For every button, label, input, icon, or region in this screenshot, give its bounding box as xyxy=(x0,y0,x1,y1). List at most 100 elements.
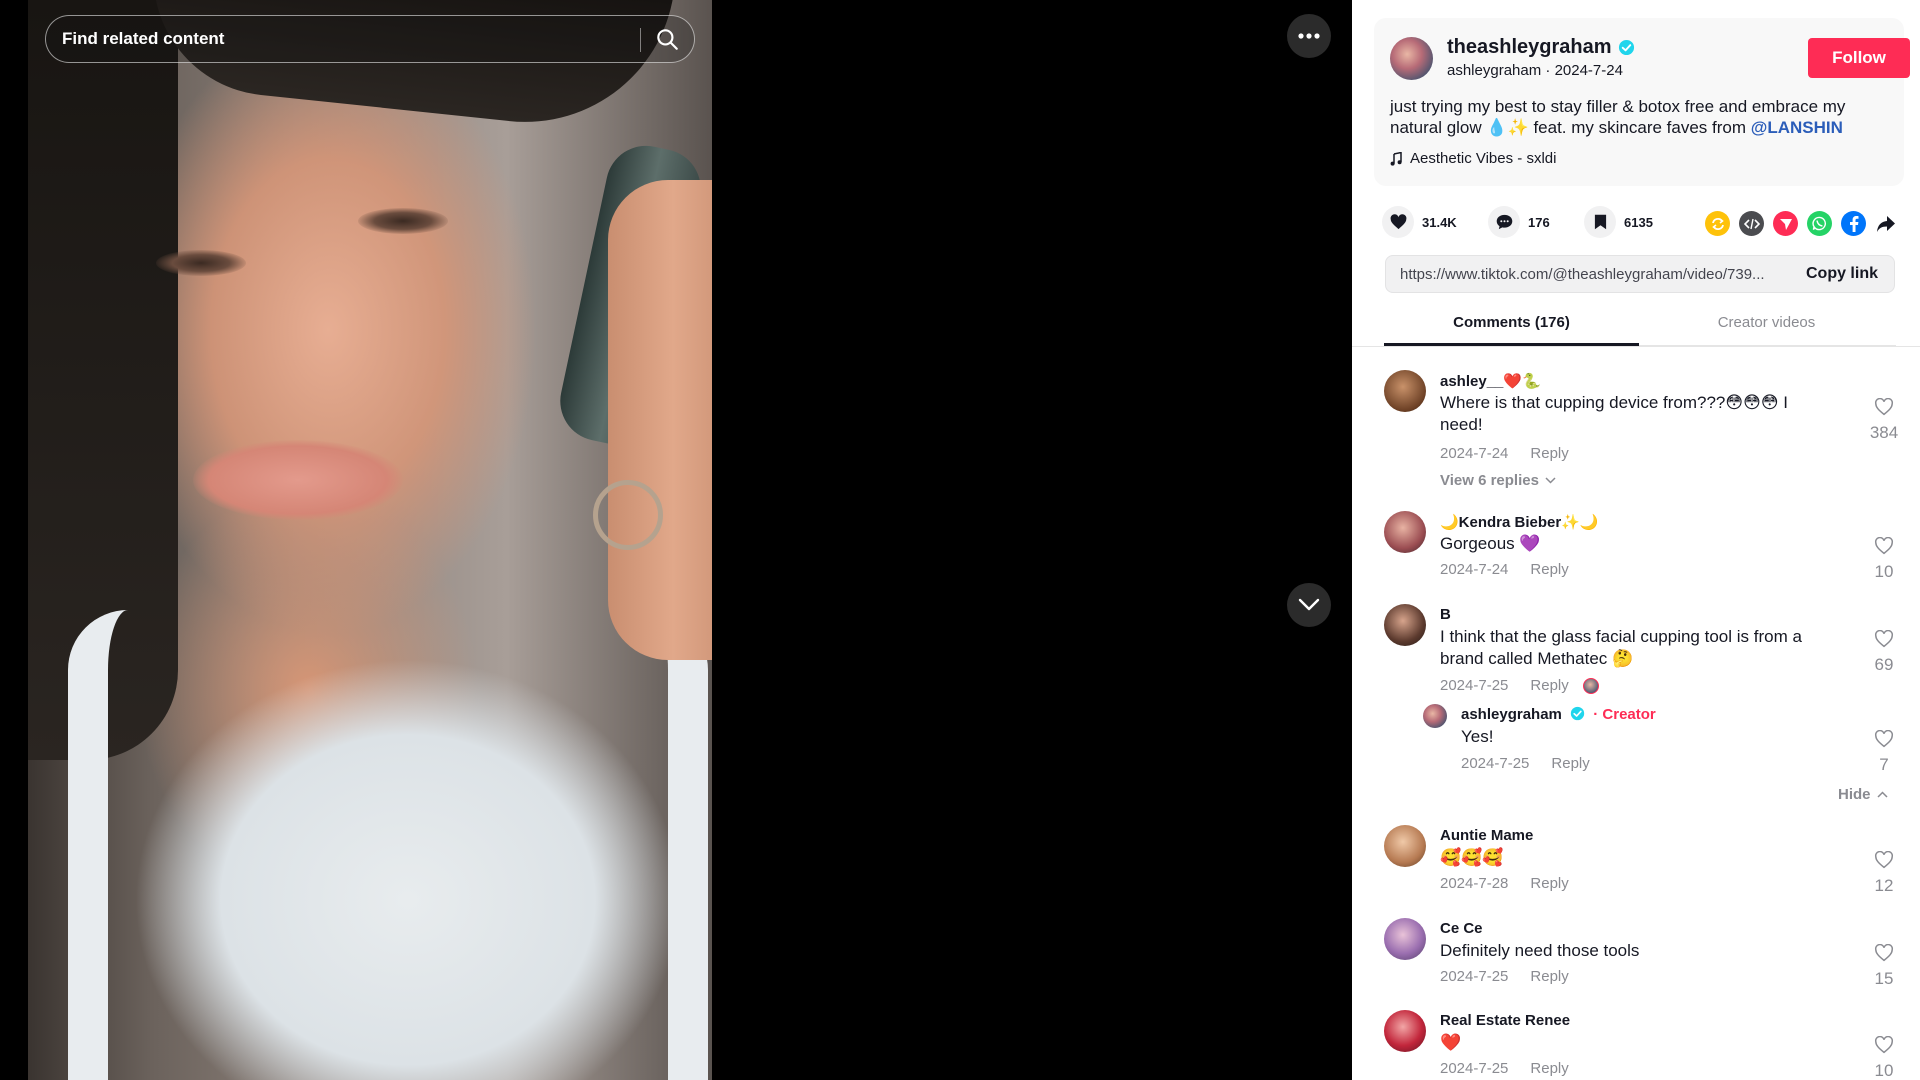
comment-like-count: 12 xyxy=(1874,876,1894,895)
comment-like-button[interactable]: 15 xyxy=(1864,943,1904,989)
view-replies-label: View 6 replies xyxy=(1440,472,1539,489)
search-input[interactable] xyxy=(62,16,622,62)
commenter-avatar[interactable] xyxy=(1384,370,1426,412)
comment-date: 2024-7-25 xyxy=(1440,677,1509,694)
whatsapp-glyph xyxy=(1812,216,1826,231)
video-player[interactable] xyxy=(28,0,712,1080)
author-meta: ashleygraham · 2024-7-24 xyxy=(1447,62,1623,79)
copy-link-button[interactable]: Copy link xyxy=(1806,265,1878,283)
comment-text: Where is that cupping device from???😳😳😳 … xyxy=(1440,393,1788,434)
repost-icon[interactable] xyxy=(1705,211,1730,236)
comment-like-button[interactable]: 10 xyxy=(1864,536,1904,582)
like-count: 31.4K xyxy=(1422,214,1457,230)
reply-button[interactable]: Reply xyxy=(1551,755,1589,772)
video-frame-shape xyxy=(593,480,663,550)
comment-like-count: 384 xyxy=(1869,423,1899,442)
commenter-avatar[interactable] xyxy=(1384,511,1426,553)
comment-item: Auntie Mame 🥰🥰🥰 2024-7-28 Reply 12 xyxy=(1384,825,1904,895)
follow-button[interactable]: Follow xyxy=(1808,38,1910,78)
comment-like-button[interactable]: 12 xyxy=(1864,850,1904,896)
reply-date: 2024-7-25 xyxy=(1461,755,1530,772)
hide-label: Hide xyxy=(1838,786,1871,803)
reply-button[interactable]: Reply xyxy=(1530,968,1568,985)
hide-replies-button[interactable]: Hide xyxy=(1838,786,1888,803)
comment-meta: 2024-7-25 Reply xyxy=(1440,1060,1569,1077)
like-button[interactable]: 31.4K xyxy=(1382,206,1457,238)
commenter-avatar[interactable] xyxy=(1384,825,1426,867)
reply-button[interactable]: Reply xyxy=(1530,677,1568,694)
comment-like-button[interactable]: 384 xyxy=(1864,397,1904,443)
commenter-name[interactable]: B xyxy=(1440,606,1451,623)
tiktok-video-page: theashleygraham ashleygraham · 2024-7-24… xyxy=(0,0,1920,1080)
reply-meta: 2024-7-25 Reply xyxy=(1461,755,1590,772)
whatsapp-icon[interactable] xyxy=(1807,211,1832,236)
replier-avatar[interactable] xyxy=(1423,704,1447,728)
comment-like-button[interactable]: 69 xyxy=(1864,629,1904,675)
search-icon[interactable] xyxy=(654,26,680,52)
like-circle xyxy=(1382,206,1414,238)
comment-date: 2024-7-24 xyxy=(1440,561,1509,578)
video-area xyxy=(0,0,1352,1080)
video-frame-shape xyxy=(193,440,403,520)
comment-date: 2024-7-25 xyxy=(1440,1060,1509,1077)
panel-divider xyxy=(1352,346,1920,347)
comment-date: 2024-7-24 xyxy=(1440,445,1509,462)
music-info[interactable]: Aesthetic Vibes - sxldi xyxy=(1390,150,1556,167)
save-button[interactable]: 6135 xyxy=(1584,206,1653,238)
video-frame-shape xyxy=(608,180,712,660)
video-caption: just trying my best to stay filler & bot… xyxy=(1390,96,1890,138)
author-display-name: ashleygraham xyxy=(1447,62,1542,79)
music-note-icon xyxy=(1390,151,1402,166)
heart-outline-icon xyxy=(1875,629,1893,648)
reply-text: Yes! xyxy=(1461,727,1494,746)
tab-creator-videos[interactable]: Creator videos xyxy=(1639,314,1894,331)
verified-badge-icon xyxy=(1618,39,1635,56)
heart-outline-icon xyxy=(1875,1035,1893,1054)
more-options-button[interactable] xyxy=(1287,14,1331,58)
replier-name[interactable]: ashleygraham · Creator xyxy=(1461,706,1656,723)
comment-like-count: 10 xyxy=(1874,562,1894,581)
caption-mention-link[interactable]: @LANSHIN xyxy=(1751,118,1843,137)
video-frame-shape xyxy=(358,208,448,234)
commenter-name[interactable]: Ce Ce xyxy=(1440,920,1483,937)
comment-text: ❤️ xyxy=(1440,1033,1462,1052)
commenter-avatar[interactable] xyxy=(1384,604,1426,646)
commenter-name[interactable]: Auntie Mame xyxy=(1440,827,1533,844)
reply-button[interactable]: Reply xyxy=(1530,445,1568,462)
comment-like-button[interactable]: 10 xyxy=(1864,1035,1904,1080)
verified-badge-icon xyxy=(1570,706,1585,721)
commenter-name[interactable]: Real Estate Renee xyxy=(1440,1012,1570,1029)
music-title: Aesthetic Vibes - sxldi xyxy=(1410,150,1557,167)
video-link-url[interactable]: https://www.tiktok.com/@theashleygraham/… xyxy=(1400,266,1790,283)
author-username[interactable]: theashleygraham xyxy=(1447,36,1612,59)
commenter-avatar[interactable] xyxy=(1384,1010,1426,1052)
reply-button[interactable]: Reply xyxy=(1530,1060,1568,1077)
send-icon[interactable] xyxy=(1773,211,1798,236)
view-replies-button[interactable]: View 6 replies xyxy=(1440,472,1556,489)
post-date: 2024-7-24 xyxy=(1554,62,1623,79)
share-arrow-icon[interactable] xyxy=(1873,211,1898,236)
more-icon xyxy=(1298,33,1320,39)
comment-button[interactable]: 176 xyxy=(1488,206,1550,238)
next-video-button[interactable] xyxy=(1287,583,1331,627)
commenter-avatar[interactable] xyxy=(1384,918,1426,960)
commenter-name[interactable]: 🌙Kendra Bieber✨🌙 xyxy=(1440,513,1599,531)
comment-meta: 2024-7-25 Reply xyxy=(1440,968,1569,985)
heart-outline-icon xyxy=(1875,729,1893,748)
heart-icon xyxy=(1390,214,1406,230)
reply-button[interactable]: Reply xyxy=(1530,875,1568,892)
author-avatar[interactable] xyxy=(1390,37,1433,80)
reply-button[interactable]: Reply xyxy=(1530,561,1568,578)
reply-like-button[interactable]: 7 xyxy=(1864,729,1904,775)
tab-comments[interactable]: Comments (176) xyxy=(1384,314,1639,331)
comment-meta: 2024-7-28 Reply xyxy=(1440,875,1569,892)
comment-text: Definitely need those tools xyxy=(1440,941,1640,960)
facebook-icon[interactable] xyxy=(1841,211,1866,236)
embed-icon[interactable] xyxy=(1739,211,1764,236)
bookmark-icon xyxy=(1594,214,1606,230)
comment-item: ashley__❤️🐍 Where is that cupping device… xyxy=(1384,370,1904,490)
commenter-name[interactable]: ashley__❤️🐍 xyxy=(1440,372,1541,390)
heart-outline-icon xyxy=(1875,943,1893,962)
creator-liked-avatar xyxy=(1582,678,1599,694)
chevron-up-icon xyxy=(1876,791,1888,798)
